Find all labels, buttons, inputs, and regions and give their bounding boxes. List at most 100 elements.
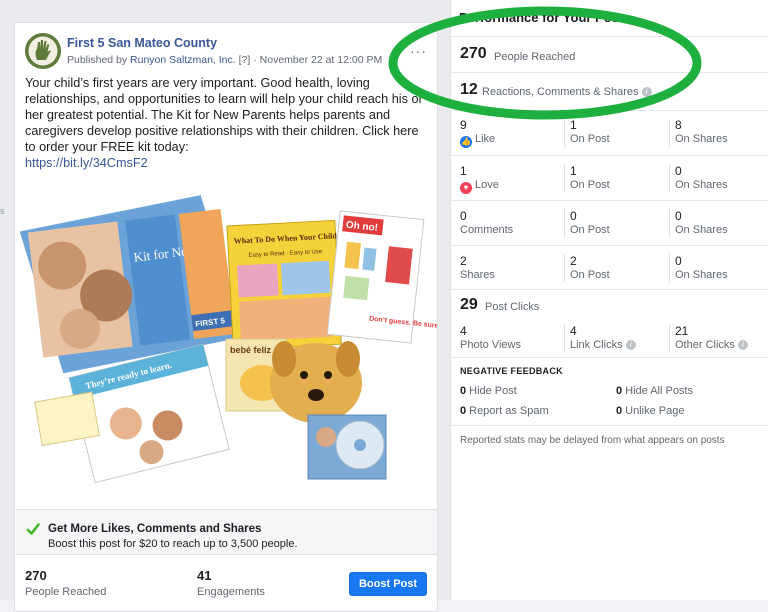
divider bbox=[564, 164, 565, 192]
page-logo[interactable] bbox=[25, 33, 61, 69]
divider bbox=[564, 209, 565, 237]
report-spam-label: Report as Spam bbox=[469, 405, 549, 417]
comments-total: 0 Comments bbox=[460, 209, 564, 237]
performance-panel: Performance for Your Post 270 People Rea… bbox=[450, 0, 768, 600]
boost-promo-subtitle: Boost this post for $20 to reach up to 3… bbox=[48, 538, 298, 550]
reached-value: 270 bbox=[460, 45, 487, 62]
shares-on-shares-value: 0 bbox=[675, 254, 682, 268]
like-on-post-value: 1 bbox=[570, 118, 577, 132]
boost-promo-title: Get More Likes, Comments and Shares bbox=[48, 523, 262, 535]
photo-views: 4 Photo Views bbox=[460, 324, 564, 352]
other-clicks-value: 21 bbox=[675, 324, 689, 338]
cropped-text-fragment: s bbox=[0, 206, 5, 216]
love-total: 1 ♥ Love bbox=[460, 164, 564, 194]
divider bbox=[669, 119, 670, 147]
stats-footnote: Reported stats may be delayed from what … bbox=[460, 435, 725, 446]
divider bbox=[564, 324, 565, 352]
love-on-shares-value: 0 bbox=[675, 164, 682, 178]
publisher-link[interactable]: Runyon Saltzman, Inc. bbox=[130, 54, 236, 66]
like-total: 9 👍 Like bbox=[460, 118, 564, 148]
comments-on-shares-label: On Shares bbox=[675, 224, 728, 236]
post-text: Your child’s first years are very import… bbox=[25, 75, 430, 171]
comments-on-shares: 0 On Shares bbox=[675, 209, 768, 237]
reactions-label-wrap: Reactions, Comments & Shares i bbox=[482, 86, 652, 98]
love-count: 1 bbox=[460, 164, 467, 178]
report-spam-stat: 0 Report as Spam bbox=[460, 405, 549, 417]
help-marker[interactable]: [?] bbox=[239, 54, 251, 66]
performance-title: Performance for Your Post bbox=[459, 10, 624, 25]
hand-logo-icon bbox=[25, 33, 61, 69]
love-on-post-label: On Post bbox=[570, 179, 610, 191]
shares-on-post: 2 On Post bbox=[570, 254, 674, 282]
link-clicks: 4 Link Clicks i bbox=[570, 324, 674, 352]
shares-count: 2 bbox=[460, 254, 467, 268]
love-on-post: 1 On Post bbox=[570, 164, 674, 192]
comments-on-post-label: On Post bbox=[570, 224, 610, 236]
love-on-shares: 0 On Shares bbox=[675, 164, 768, 192]
meta-separator: · bbox=[253, 54, 257, 66]
comments-label: Comments bbox=[460, 224, 514, 236]
like-on-post-label: On Post bbox=[570, 133, 610, 145]
people-reached-value: 270 bbox=[25, 568, 47, 583]
hide-post-value: 0 bbox=[460, 385, 467, 397]
post-link[interactable]: https://bit.ly/34CmsF2 bbox=[25, 155, 430, 171]
shares-on-shares-label: On Shares bbox=[675, 269, 728, 281]
unlike-page-label: Unlike Page bbox=[625, 405, 685, 417]
love-label-wrap: ♥ Love bbox=[460, 178, 564, 194]
hide-all-posts-stat: 0 Hide All Posts bbox=[616, 385, 693, 397]
ellipsis-icon[interactable]: ··· bbox=[410, 43, 427, 59]
post-image[interactable]: Kit for New Parents FIRST 5 What To Do W… bbox=[16, 183, 437, 495]
breakdown-row-love: 1 ♥ Love 1 On Post 0 On Shares bbox=[451, 155, 768, 200]
breakdown-row-shares: 2 Shares 2 On Post 0 On Shares bbox=[451, 245, 768, 289]
like-on-post: 1 On Post bbox=[570, 118, 674, 146]
people-reached-row: 270 People Reached bbox=[451, 36, 768, 72]
boost-post-button[interactable]: Boost Post bbox=[349, 572, 427, 596]
other-clicks-label: Other Clicks bbox=[675, 339, 735, 351]
post-date[interactable]: November 22 at 12:00 PM bbox=[260, 54, 383, 66]
like-on-shares: 8 On Shares bbox=[675, 118, 768, 146]
kit-photo: Kit for New Parents FIRST 5 What To Do W… bbox=[19, 195, 437, 484]
love-label: Love bbox=[475, 179, 499, 191]
info-icon[interactable]: i bbox=[641, 87, 652, 97]
info-icon[interactable]: i bbox=[737, 340, 748, 350]
shares-on-post-label: On Post bbox=[570, 269, 610, 281]
love-icon: ♥ bbox=[460, 182, 472, 194]
shares-label: Shares bbox=[460, 269, 495, 281]
page-name-link[interactable]: First 5 San Mateo County bbox=[67, 36, 217, 50]
divider bbox=[451, 425, 768, 426]
engagements-value: 41 bbox=[197, 568, 212, 583]
post-body: Your child’s first years are very import… bbox=[25, 76, 423, 154]
like-label-wrap: 👍 Like bbox=[460, 132, 564, 148]
post-header: First 5 San Mateo County Published by Ru… bbox=[25, 33, 429, 73]
divider bbox=[564, 119, 565, 147]
info-icon[interactable]: i bbox=[625, 340, 636, 350]
unlike-page-stat: 0 Unlike Page bbox=[616, 405, 684, 417]
like-label: Like bbox=[475, 133, 496, 145]
breakdown-row-comments: 0 Comments 0 On Post 0 On Shares bbox=[451, 200, 768, 245]
post-clicks-value: 29 bbox=[460, 296, 478, 313]
like-icon: 👍 bbox=[460, 136, 472, 148]
engagements-label: Engagements bbox=[197, 586, 265, 598]
report-spam-value: 0 bbox=[460, 405, 467, 417]
comments-on-post: 0 On Post bbox=[570, 209, 674, 237]
reached-label: People Reached bbox=[494, 51, 576, 63]
post-card: First 5 San Mateo County Published by Ru… bbox=[14, 22, 438, 612]
negative-feedback-title: NEGATIVE FEEDBACK bbox=[460, 366, 563, 376]
boost-promo: Get More Likes, Comments and Shares Boos… bbox=[16, 509, 437, 555]
love-on-shares-label: On Shares bbox=[675, 179, 728, 191]
hide-post-label: Hide Post bbox=[469, 385, 517, 397]
reactions-row: 12 Reactions, Comments & Shares i bbox=[451, 72, 768, 110]
hide-all-label: Hide All Posts bbox=[625, 385, 693, 397]
reactions-label: Reactions, Comments & Shares bbox=[482, 86, 639, 98]
love-on-post-value: 1 bbox=[570, 164, 577, 178]
check-icon bbox=[26, 523, 40, 535]
hide-all-value: 0 bbox=[616, 385, 623, 397]
other-clicks-label-wrap: Other Clicks i bbox=[675, 338, 768, 352]
link-clicks-label: Link Clicks bbox=[570, 339, 623, 351]
comments-on-shares-value: 0 bbox=[675, 209, 682, 223]
people-reached-label: People Reached bbox=[25, 586, 107, 598]
other-clicks: 21 Other Clicks i bbox=[675, 324, 768, 352]
divider bbox=[669, 209, 670, 237]
svg-text:bebé feliz: bebé feliz bbox=[230, 345, 272, 355]
comments-on-post-value: 0 bbox=[570, 209, 577, 223]
